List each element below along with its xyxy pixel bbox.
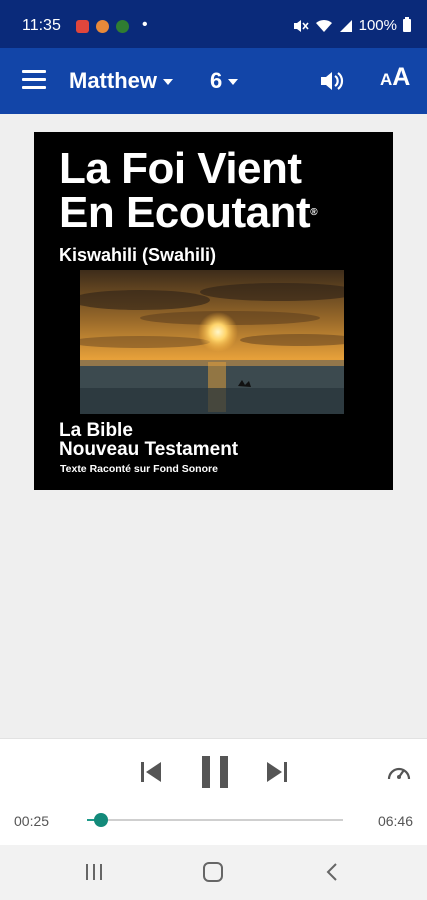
sunset-photo [80, 270, 344, 414]
cover-title-line2: En Ecoutant® [59, 188, 318, 237]
speaker-icon[interactable] [318, 68, 346, 94]
chevron-down-icon [163, 79, 173, 85]
battery-icon [403, 17, 411, 32]
wifi-icon [315, 19, 332, 32]
status-bar: 11:35 • 100% [0, 0, 427, 48]
back-icon[interactable] [324, 862, 340, 882]
seek-bar[interactable] [87, 813, 343, 827]
battery-percent: 100% [358, 17, 397, 34]
registered-mark: ® [310, 207, 318, 218]
chapter-selector[interactable]: 6 [210, 68, 239, 94]
seek-bar-thumb[interactable] [94, 813, 109, 827]
audio-player: 00:25 06:46 [0, 738, 427, 846]
cover-bible-line2: Nouveau Testament [59, 439, 239, 460]
menu-icon[interactable] [22, 70, 46, 90]
system-nav-bar [0, 845, 427, 900]
notification-icon-1 [76, 20, 89, 33]
speedometer-icon[interactable] [386, 761, 412, 783]
text-size-icon[interactable]: AA [380, 63, 410, 92]
mute-icon [293, 19, 309, 32]
text-size-small-glyph: A [380, 70, 393, 89]
skip-next-icon[interactable] [264, 759, 290, 785]
more-notifications-dot: • [142, 16, 148, 33]
cover-tagline: Texte Raconté sur Fond Sonore [60, 463, 218, 475]
album-cover: La Foi Vient En Ecoutant® Kiswahili (Swa… [34, 132, 393, 490]
book-selector[interactable]: Matthew [69, 68, 173, 94]
notification-icon-2 [96, 20, 109, 33]
recents-icon[interactable] [84, 863, 104, 881]
chevron-down-icon [228, 79, 239, 85]
status-time: 11:35 [22, 17, 61, 34]
cover-bible-line1: La Bible [59, 420, 133, 441]
status-indicators: 100% [293, 17, 411, 34]
text-size-big-glyph: A [392, 63, 411, 91]
elapsed-time: 00:25 [14, 813, 50, 829]
home-icon[interactable] [202, 862, 224, 882]
chapter-number: 6 [210, 68, 223, 93]
app-toolbar: Matthew 6 AA [0, 48, 427, 114]
signal-icon [339, 19, 352, 32]
pause-icon[interactable] [200, 755, 230, 789]
cover-language: Kiswahili (Swahili) [59, 245, 217, 265]
cover-title-line1: La Foi Vient [59, 144, 302, 193]
total-duration: 06:46 [377, 813, 413, 829]
skip-previous-icon[interactable] [138, 759, 164, 785]
cover-title-line2-text: En Ecoutant [59, 188, 311, 237]
notification-icon-3 [116, 20, 129, 33]
book-name: Matthew [69, 68, 157, 93]
